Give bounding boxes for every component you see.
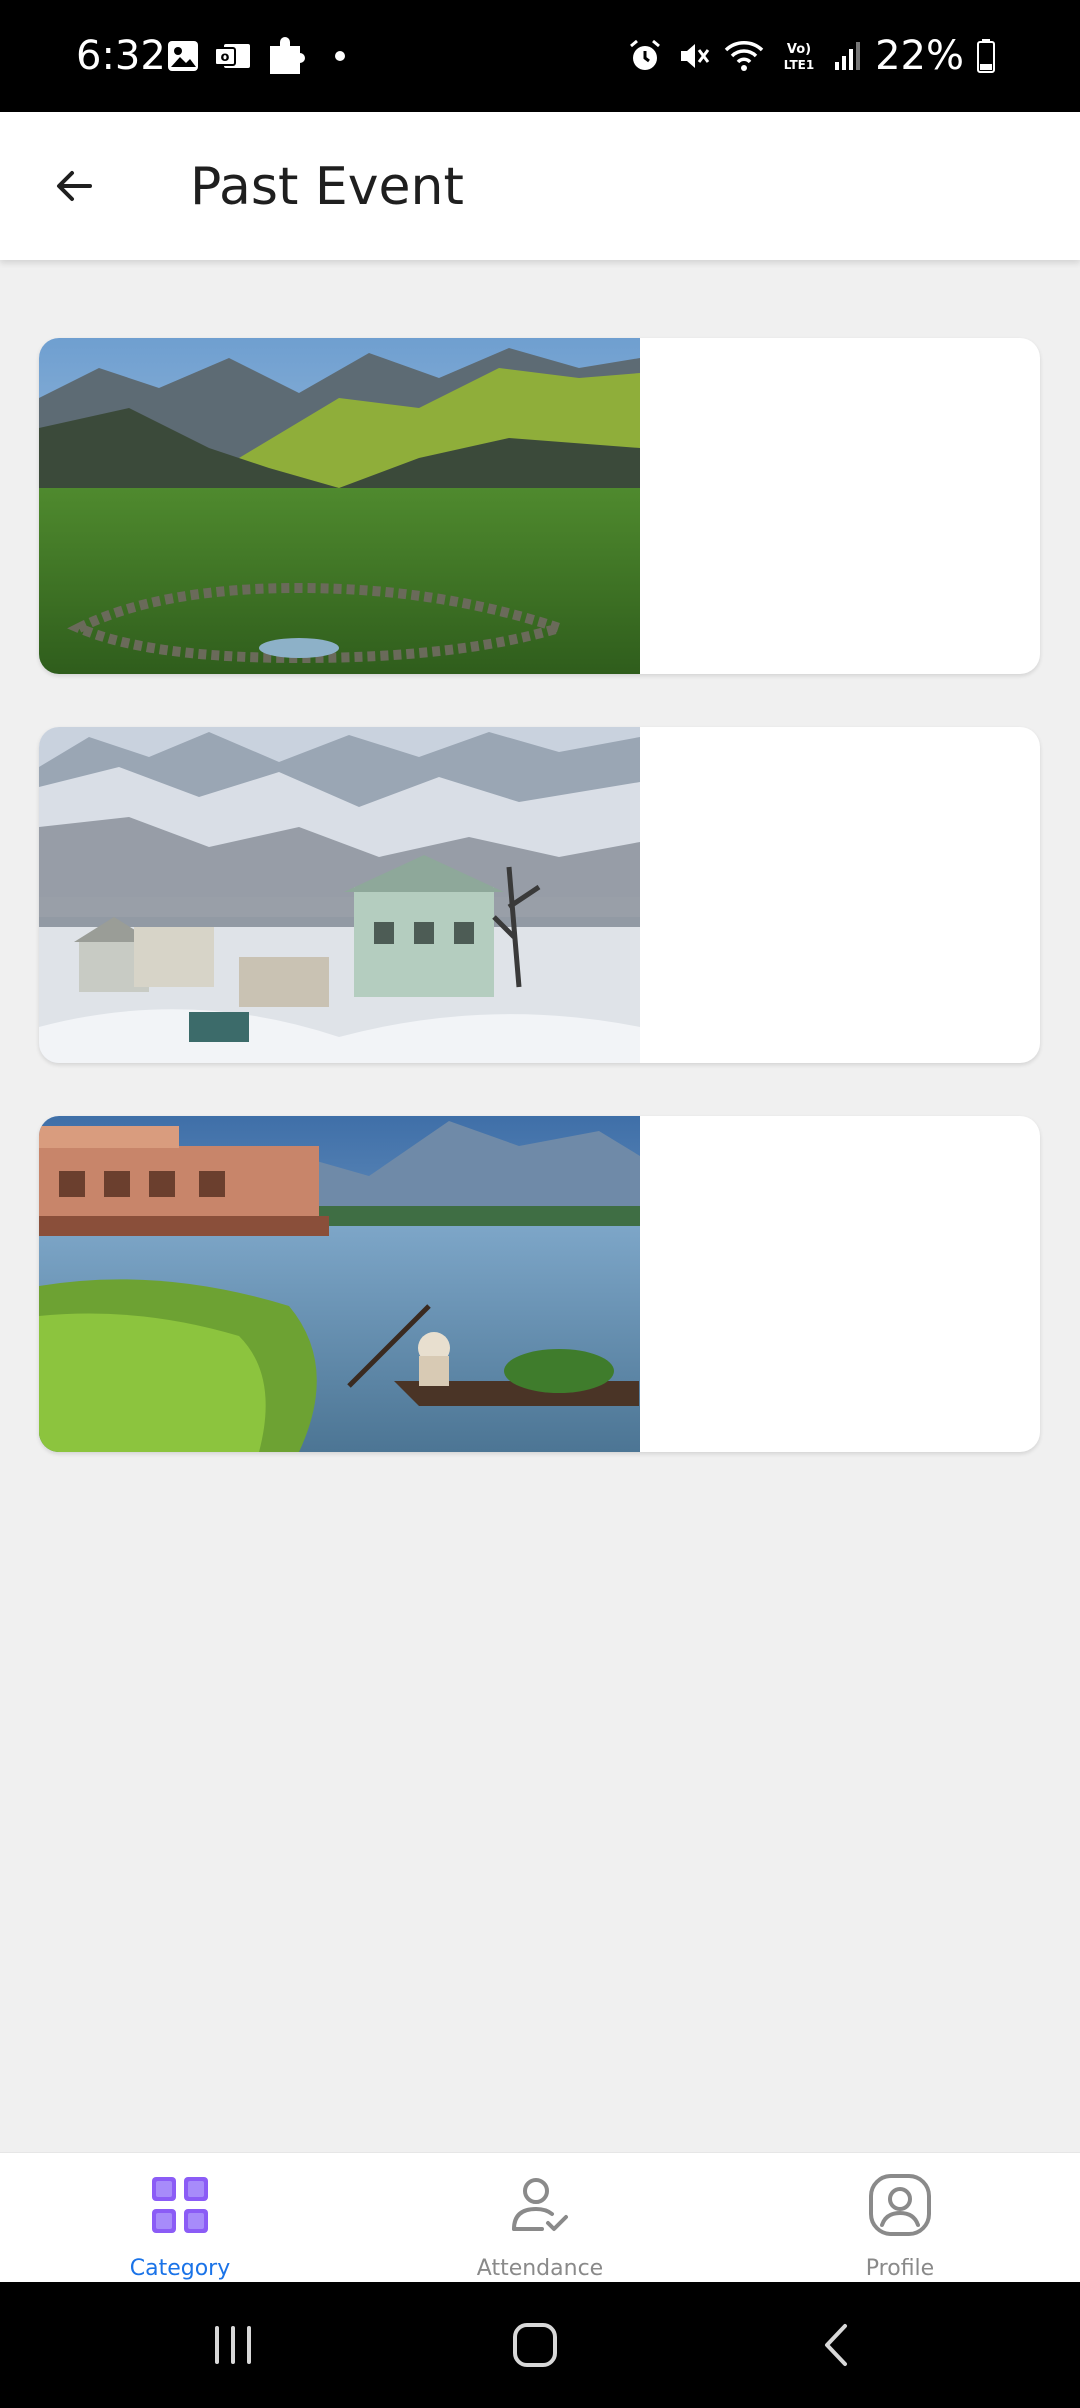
puzzle-icon — [270, 37, 305, 74]
status-left-icons: o — [166, 30, 350, 82]
nav-item-profile[interactable]: Profile — [720, 2153, 1080, 2283]
event-card[interactable] — [39, 1116, 1040, 1452]
nav-label-attendance: Attendance — [476, 2256, 604, 2281]
mute-icon — [681, 44, 710, 68]
nav-label-profile: Profile — [865, 2256, 935, 2281]
app-bar: Past Event — [0, 112, 1080, 260]
lake-houseboat-image — [39, 1116, 640, 1452]
profile-icon — [869, 2174, 931, 2236]
status-time: 6:32 — [76, 33, 166, 79]
snowy-village-image — [39, 727, 640, 1063]
back-button[interactable] — [26, 150, 122, 222]
user-check-icon — [512, 2178, 568, 2231]
back-icon — [825, 2324, 847, 2366]
recents-button[interactable] — [178, 2312, 288, 2378]
recents-icon — [215, 2326, 251, 2364]
home-button[interactable] — [480, 2312, 590, 2378]
arrow-left-icon — [57, 171, 92, 201]
svg-text:Vo): Vo) — [787, 42, 811, 57]
wifi-icon — [724, 41, 764, 71]
alarm-icon — [630, 39, 661, 70]
mountain-meadow-image — [39, 338, 640, 674]
dot-icon — [335, 51, 345, 61]
system-nav-bar — [0, 2282, 1080, 2408]
volte-icon: Vo) LTE1 — [784, 42, 814, 72]
page-title: Past Event — [190, 157, 464, 217]
event-card[interactable] — [39, 727, 1040, 1063]
nav-label-category: Category — [129, 2256, 231, 2281]
battery-icon — [977, 39, 995, 73]
grid-icon — [152, 2177, 208, 2233]
status-bar: 6:32 o Vo) LTE1 22% — [0, 0, 1080, 112]
event-card[interactable] — [39, 338, 1040, 674]
outlook-icon: o — [214, 44, 250, 68]
home-icon — [513, 2323, 557, 2367]
image-icon — [168, 41, 198, 71]
system-back-button[interactable] — [782, 2312, 892, 2378]
nav-item-category[interactable]: Category — [0, 2153, 360, 2283]
svg-text:LTE1: LTE1 — [784, 58, 814, 72]
nav-item-attendance[interactable]: Attendance — [360, 2153, 720, 2283]
status-right-icons: Vo) LTE1 22% — [627, 30, 996, 82]
signal-icon — [835, 42, 861, 70]
svg-text:o: o — [221, 50, 230, 65]
battery-percent: 22% — [875, 33, 964, 79]
bottom-nav: Category Attendance Profile — [0, 2152, 1080, 2283]
